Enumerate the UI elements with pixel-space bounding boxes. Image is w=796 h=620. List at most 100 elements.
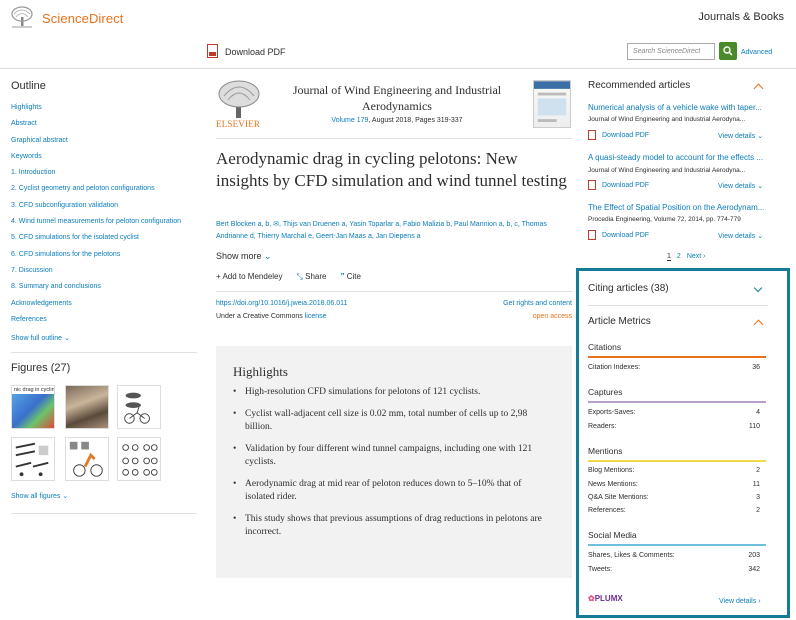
citing-articles-header[interactable]: Citing articles (38) [588,283,669,294]
outline-item[interactable]: Graphical abstract [11,136,181,152]
cite-button[interactable]: ” Cite [341,272,361,282]
recommended-download-pdf[interactable]: Download PDF [602,182,649,189]
recommended-view-details[interactable]: View details ⌄ [718,232,763,240]
rights-link[interactable]: Get rights and content [503,300,572,307]
show-more-button[interactable]: Show more ⌄ [216,251,272,262]
volume-details: , August 2018, Pages 319-337 [368,117,463,124]
outline-item[interactable]: 6. CFD simulations for the pelotons [11,250,181,266]
figure-thumbnail[interactable] [11,437,55,481]
advanced-search-link[interactable]: Advanced [741,49,772,56]
article-title: Aerodynamic drag in cycling pelotons: Ne… [216,149,567,190]
outline-item[interactable]: 4. Wind tunnel measurements for peloton … [11,217,181,233]
recommended-view-details[interactable]: View details ⌄ [718,182,763,190]
divider [11,352,197,353]
figures-title: Figures (27) [11,362,71,374]
next-page-button[interactable]: Next › [687,253,706,261]
recommended-article-title[interactable]: Numerical analysis of a vehicle wake wit… [588,103,766,112]
pdf-icon[interactable] [207,44,218,58]
show-full-outline-label: Show full outline [11,335,62,342]
cite-label: Cite [346,272,361,281]
metric-value: 2 [756,507,760,514]
elsevier-tree-logo[interactable] [10,6,34,28]
search-input[interactable]: Search ScienceDirect [627,43,715,60]
outline-item[interactable]: Acknowledgements [11,299,181,315]
figure-thumbnail[interactable] [117,437,161,481]
figure-thumbnail[interactable] [65,385,109,429]
chevron-down-icon: ⌄ [757,183,764,190]
metric-value: 203 [748,552,760,559]
divider [216,138,572,139]
publisher-name: ELSEVIER [216,119,261,129]
highlight-item: Cyclist wall-adjacent cell size is 0.02 … [233,408,553,435]
figure-thumbnail[interactable] [65,437,109,481]
article-metrics-header[interactable]: Article Metrics [588,316,651,327]
metrics-row: Q&A Site Mentions: 3 [588,494,760,501]
divider [216,291,572,292]
metric-value: 11 [752,481,760,488]
view-details-label: View details [719,598,757,605]
outline-item[interactable]: References [11,315,181,331]
outline-item[interactable]: 3. CFD subconfiguration validation [11,201,181,217]
highlights-list: High-resolution CFD simulations for pelo… [233,386,553,548]
search-icon [723,46,733,56]
brand-name[interactable]: ScienceDirect [42,11,124,26]
metrics-view-details[interactable]: View details › [719,598,761,605]
share-button[interactable]: ⤡ Share [297,272,327,282]
page-1[interactable]: 1 [667,253,671,261]
plumx-label: PLUMX [594,594,623,603]
view-details-label: View details [718,183,756,190]
add-to-mendeley-button[interactable]: + Add to Mendeley [216,272,283,282]
metrics-section-bar [588,356,766,358]
metrics-row: Readers: 110 [588,423,760,430]
volume-link[interactable]: Volume 179 [331,117,368,124]
chevron-right-icon: › [758,598,761,605]
journal-volume: Volume 179, August 2018, Pages 319-337 [272,117,522,124]
recommended-view-details[interactable]: View details ⌄ [718,132,763,140]
outline-item[interactable]: Abstract [11,119,181,135]
author-list[interactable]: Bert Blocken a, b, ✉, Thijs van Druenen … [216,219,572,243]
recommended-article-title[interactable]: The Effect of Spatial Position on the Ae… [588,203,766,212]
outline-item[interactable]: Highlights [11,103,181,119]
show-all-figures-label: Show all figures [11,493,61,500]
metrics-row: Blog Mentions: 2 [588,467,760,474]
license-link[interactable]: license [305,313,327,320]
outline-item[interactable]: Keywords [11,152,181,168]
metric-label: News Mentions: [588,481,638,488]
view-details-label: View details [718,233,756,240]
outline-item[interactable]: 1. Introduction [11,168,181,184]
metrics-row: Tweets: 342 [588,566,760,573]
recommended-download-pdf[interactable]: Download PDF [602,132,649,139]
view-details-label: View details [718,133,756,140]
recommended-download-pdf[interactable]: Download PDF [602,232,649,239]
recommended-article-title[interactable]: A quasi-steady model to account for the … [588,153,766,162]
highlights-title: Highlights [233,364,288,379]
outline-item[interactable]: 7. Discussion [11,266,181,282]
metric-value: 110 [748,423,760,430]
journals-books-link[interactable]: Journals & Books [698,11,784,23]
outline-item[interactable]: 5. CFD simulations for the isolated cycl… [11,233,181,249]
figure-caption: nic drag in cycling [12,386,55,394]
journal-title[interactable]: Journal of Wind Engineering and Industri… [272,82,522,114]
download-pdf-button[interactable]: Download PDF [225,47,286,57]
show-full-outline-link[interactable]: Show full outline ⌄ [11,334,70,342]
figure-thumbnail[interactable]: nic drag in cycling [11,385,55,429]
show-all-figures-link[interactable]: Show all figures ⌄ [11,492,68,500]
metric-value: 2 [756,467,760,474]
outline-item[interactable]: 8. Summary and conclusions [11,282,181,298]
license-info: Under a Creative Commons license [216,313,327,320]
plumx-logo[interactable]: ✿PLUMX [588,594,623,603]
outline-title: Outline [11,80,46,92]
journal-cover-image[interactable] [533,80,571,128]
doi-link[interactable]: https://doi.org/10.1016/j.jweia.2018.06.… [216,300,347,307]
search-button[interactable] [719,42,737,60]
chevron-up-icon[interactable] [753,83,764,94]
pagination: 1 2 Next › [667,253,706,261]
recommended-article-source: Journal of Wind Engineering and Industri… [588,116,746,123]
metric-value: 3 [756,494,760,501]
figure-thumbnail[interactable] [117,385,161,429]
outline-item[interactable]: 2. Cyclist geometry and peloton configur… [11,184,181,200]
chevron-right-icon: › [703,253,706,260]
page-2[interactable]: 2 [677,253,681,261]
metric-value: 36 [752,364,760,371]
share-label: Share [305,272,327,281]
